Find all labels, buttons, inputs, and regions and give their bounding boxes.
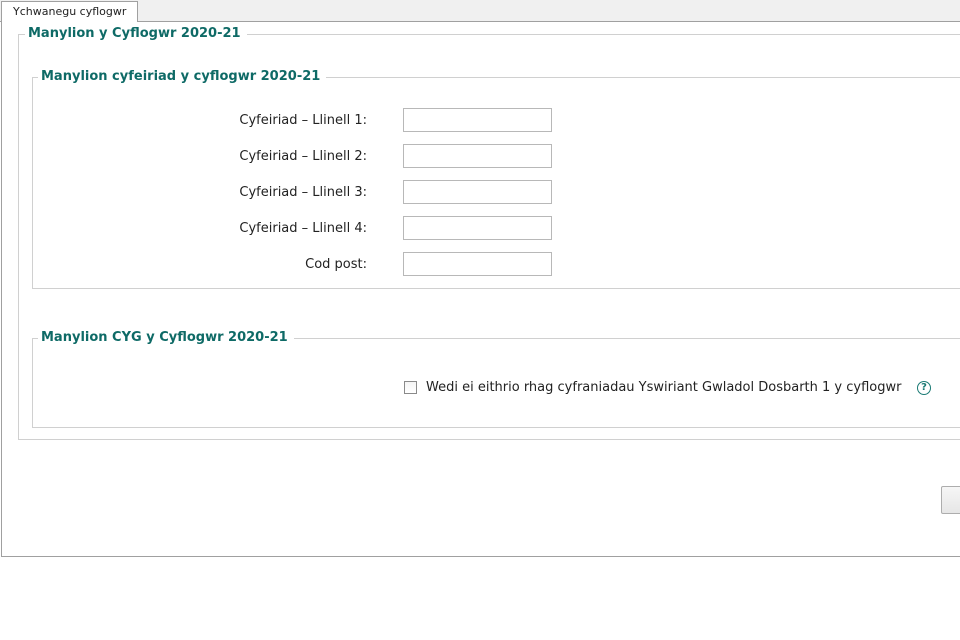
address-line-1-label: Cyfeiriad – Llinell 1: bbox=[239, 113, 367, 128]
address-group: Manylion cyfeiriad y cyflogwr 2020-21 Cy… bbox=[32, 68, 960, 289]
nic-exempt-checkbox[interactable] bbox=[404, 381, 417, 394]
address-group-title: Manylion cyfeiriad y cyflogwr 2020-21 bbox=[38, 68, 327, 86]
nic-group-title: Manylion CYG y Cyflogwr 2020-21 bbox=[38, 329, 294, 347]
main-panel: Manylion y Cyflogwr 2020-21 Manylion cyf… bbox=[1, 22, 960, 557]
tab-add-employer[interactable]: Ychwanegu cyflogwr bbox=[1, 1, 139, 23]
employer-details-group: Manylion y Cyflogwr 2020-21 Manylion cyf… bbox=[18, 25, 960, 440]
employer-details-title: Manylion y Cyflogwr 2020-21 bbox=[25, 25, 247, 43]
address-line-4-label: Cyfeiriad – Llinell 4: bbox=[239, 221, 367, 236]
nic-group: Manylion CYG y Cyflogwr 2020-21 Wedi ei … bbox=[32, 329, 960, 428]
address-line-3-label: Cyfeiriad – Llinell 3: bbox=[239, 185, 367, 200]
postcode-input[interactable] bbox=[403, 252, 552, 276]
tab-strip: Ychwanegu cyflogwr bbox=[0, 0, 960, 23]
address-line-2-label: Cyfeiriad – Llinell 2: bbox=[239, 149, 367, 164]
next-button[interactable] bbox=[941, 486, 960, 514]
address-line-1-input[interactable] bbox=[403, 108, 552, 132]
postcode-label: Cod post: bbox=[305, 257, 367, 272]
address-line-3-input[interactable] bbox=[403, 180, 552, 204]
nic-exempt-label[interactable]: Wedi ei eithrio rhag cyfraniadau Yswiria… bbox=[426, 380, 901, 396]
address-line-2-input[interactable] bbox=[403, 144, 552, 168]
question-circle-icon[interactable]: ? bbox=[917, 381, 931, 395]
address-line-4-input[interactable] bbox=[403, 216, 552, 240]
